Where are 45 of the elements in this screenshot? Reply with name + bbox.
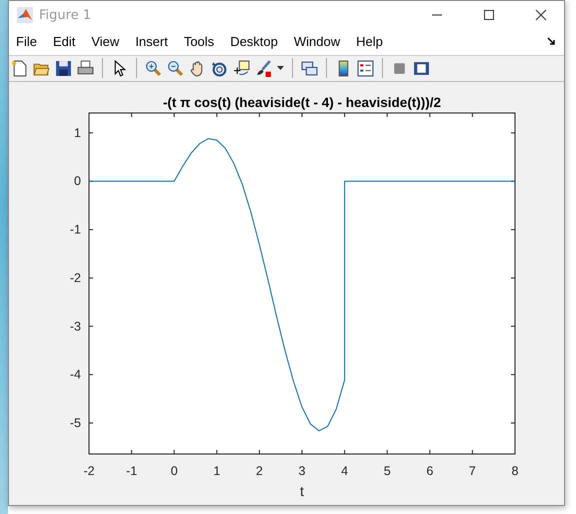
x-tick-label: 2 <box>256 464 263 478</box>
dock-arrow-icon[interactable] <box>547 37 556 46</box>
x-tick-label: 7 <box>468 464 476 478</box>
x-tick-label: 0 <box>170 464 178 478</box>
matlab-logo-icon <box>17 7 33 24</box>
x-tick-label: 3 <box>298 464 306 478</box>
x-tick-label: 5 <box>384 464 391 478</box>
data-cursor-icon[interactable] <box>233 60 250 77</box>
y-tick-label: -4 <box>70 368 81 382</box>
y-tick-label: 0 <box>74 174 81 188</box>
menu-item[interactable]: Insert <box>135 34 168 50</box>
close-icon[interactable] <box>535 9 547 22</box>
legend-icon[interactable] <box>357 60 374 77</box>
zoom-out-icon[interactable] <box>167 60 184 77</box>
menu-item[interactable]: Edit <box>52 34 76 50</box>
menu-item[interactable]: Help <box>356 34 383 50</box>
window-title: Figure 1 <box>39 8 92 23</box>
x-axis-label: t <box>300 483 304 499</box>
caret-icon[interactable] <box>277 66 284 70</box>
menu-item[interactable]: View <box>91 34 120 50</box>
menu-item[interactable]: Desktop <box>230 34 278 50</box>
save-icon[interactable] <box>55 60 72 77</box>
x-tick-label: 4 <box>341 464 348 478</box>
x-tick-label: 8 <box>512 464 518 478</box>
new-file-icon[interactable] <box>11 60 28 77</box>
brush-icon[interactable] <box>255 60 272 77</box>
menu-item[interactable]: Tools <box>184 34 214 50</box>
rotate-icon[interactable] <box>211 60 228 77</box>
maximize-icon[interactable] <box>483 9 495 22</box>
menu-item[interactable]: File <box>16 34 37 50</box>
x-tick-label: 1 <box>213 464 220 478</box>
x-tick-label: -2 <box>83 464 95 478</box>
link-icon[interactable] <box>301 60 318 77</box>
printer-icon[interactable] <box>77 60 94 77</box>
y-tick-label: -2 <box>70 270 81 285</box>
x-tick-label: 6 <box>426 464 434 478</box>
y-tick-label: 1 <box>74 126 81 140</box>
y-tick-label: -3 <box>70 319 81 334</box>
zoom-in-icon[interactable] <box>145 60 162 77</box>
chart-title: -(t π cos(t) (heaviside(t - 4) - heaviside(t)))/2 <box>162 95 442 110</box>
y-tick-label: -1 <box>70 222 81 237</box>
window-frame-icon[interactable] <box>413 60 430 77</box>
x-tick-label: -1 <box>126 464 138 478</box>
y-tick-label: -5 <box>70 416 81 430</box>
menu-item[interactable]: Window <box>294 34 340 50</box>
